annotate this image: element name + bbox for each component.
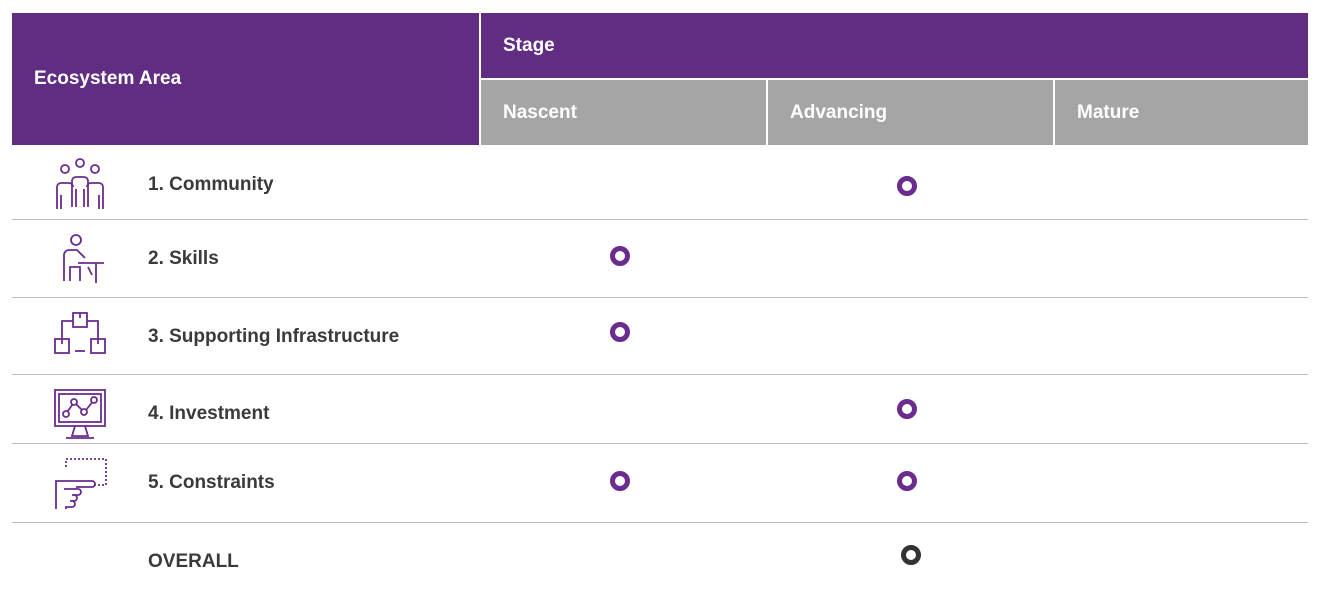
- row-label: 3. Supporting Infrastructure: [148, 326, 400, 347]
- table-row-community: 1. Community: [12, 146, 1308, 224]
- skills-icon: [52, 231, 108, 287]
- row-label: OVERALL: [148, 551, 239, 572]
- stage-marker: [897, 399, 917, 419]
- stage-nascent-header: Nascent: [481, 80, 766, 145]
- row-label: 1. Community: [148, 174, 274, 195]
- overall-stage-marker: [901, 545, 921, 565]
- table-row-overall: OVERALL: [12, 523, 1308, 601]
- row-label: 2. Skills: [148, 248, 219, 269]
- stage-marker: [897, 176, 917, 196]
- table-row-constraints: 5. Constraints: [12, 444, 1308, 522]
- stage-marker: [610, 246, 630, 266]
- table-row-supporting-infrastructure: 3. Supporting Infrastructure: [12, 298, 1308, 376]
- infrastructure-icon: [52, 309, 108, 365]
- stage-header: Stage: [481, 13, 1308, 78]
- row-label: 4. Investment: [148, 403, 270, 424]
- row-label: 5. Constraints: [148, 472, 275, 493]
- constraints-icon: [52, 455, 108, 511]
- stage-marker: [897, 471, 917, 491]
- stage-mature-header: Mature: [1055, 80, 1308, 145]
- ecosystem-area-header: Ecosystem Area: [12, 13, 479, 145]
- investment-icon: [52, 386, 108, 442]
- stage-marker: [610, 471, 630, 491]
- table-row-skills: 2. Skills: [12, 220, 1308, 298]
- stage-marker: [610, 322, 630, 342]
- community-icon: [52, 157, 108, 213]
- table-row-investment: 4. Investment: [12, 375, 1308, 453]
- stage-advancing-header: Advancing: [768, 80, 1053, 145]
